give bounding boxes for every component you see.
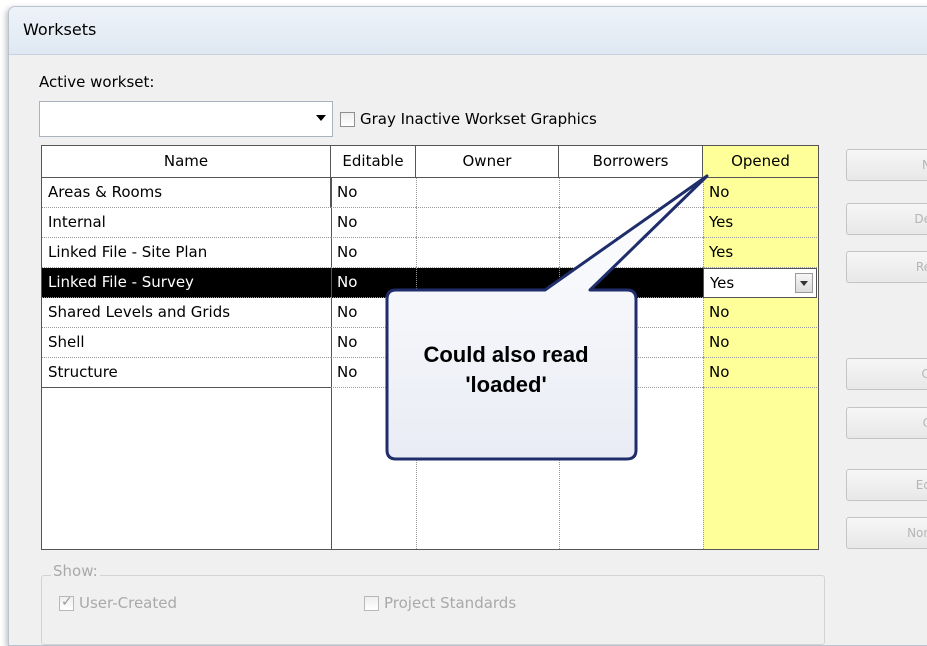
callout-line-2: 'loaded' — [465, 372, 547, 397]
callout-bubble — [385, 174, 709, 461]
callout-shape — [385, 174, 709, 461]
callout-line-1: Could also read — [423, 342, 589, 367]
callout-text: Could also read 'loaded' — [388, 340, 624, 400]
